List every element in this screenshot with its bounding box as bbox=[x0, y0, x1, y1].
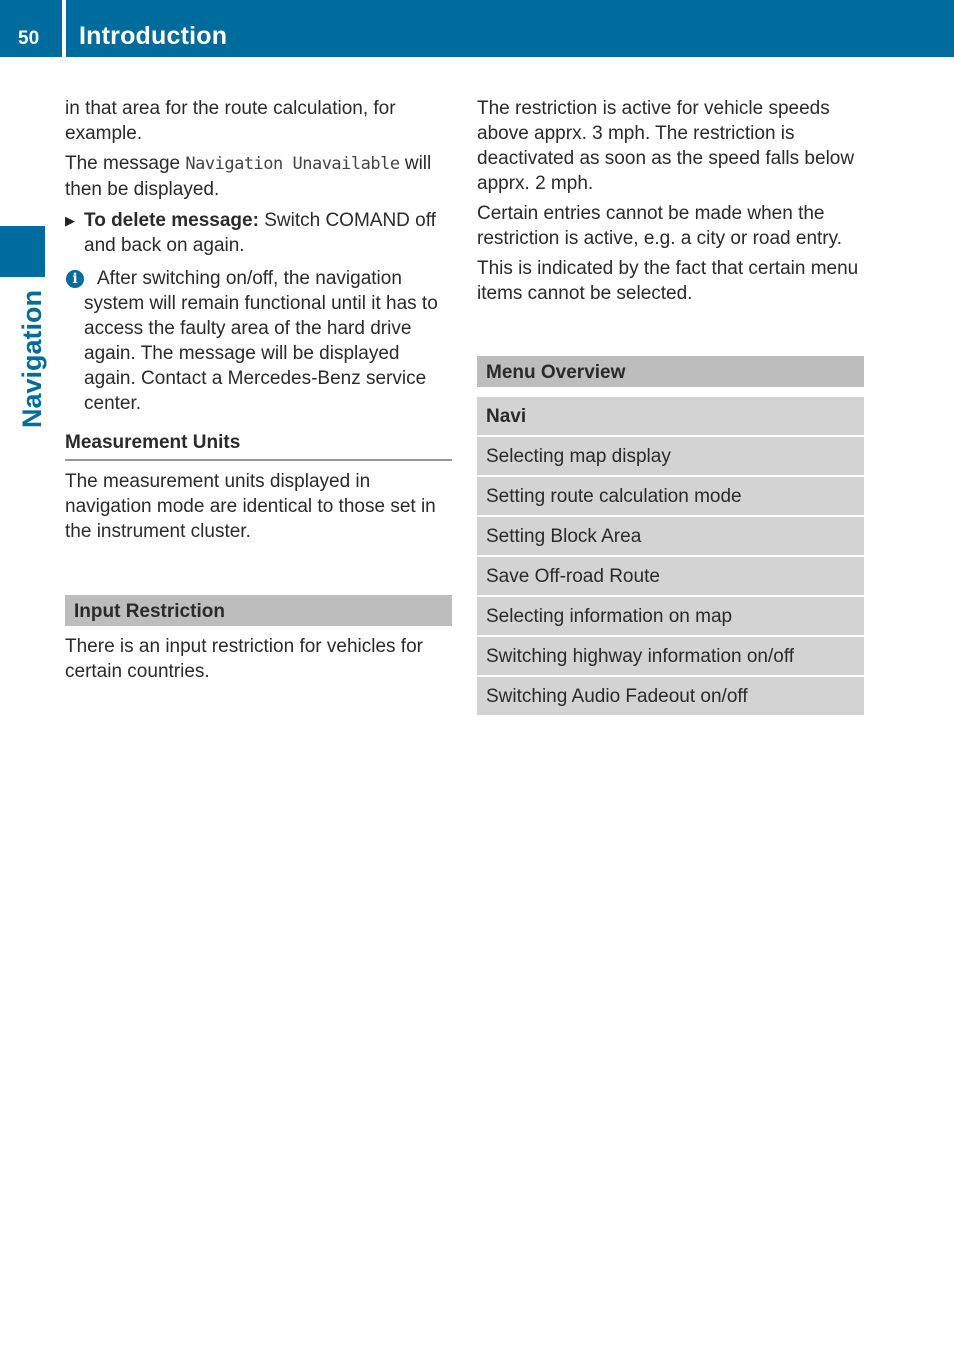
info-note: i After switching on/off, the navigation… bbox=[65, 266, 452, 416]
paragraph: This is indicated by the fact that certa… bbox=[477, 258, 859, 304]
instruction-step: ▶ To delete message: Switch COMAND off a… bbox=[65, 208, 452, 258]
paragraph-message: The message Navigation Unavailable will … bbox=[65, 151, 452, 202]
step-label: To delete message: bbox=[84, 210, 259, 231]
header-divider bbox=[62, 0, 66, 57]
table-row: Save Off-road Route bbox=[477, 557, 864, 597]
info-icon: i bbox=[66, 270, 84, 288]
paragraph: There is an input restriction for vehicl… bbox=[65, 636, 423, 682]
right-column: The restriction is active for vehicle sp… bbox=[477, 96, 864, 715]
menu-overview-table: Navi Selecting map display Setting route… bbox=[477, 397, 864, 715]
section-heading-measurement-units: Measurement Units bbox=[65, 430, 452, 461]
paragraph: in that area for the route calculation, … bbox=[65, 98, 396, 144]
arrow-right-icon: ▶ bbox=[65, 213, 75, 228]
section-tab-label: Navigation bbox=[17, 289, 47, 428]
table-row: Setting Block Area bbox=[477, 517, 864, 557]
table-row: Switching highway information on/off bbox=[477, 637, 864, 677]
table-row: Setting route calculation mode bbox=[477, 477, 864, 517]
section-heading-menu-overview: Menu Overview bbox=[477, 356, 864, 387]
section-heading-input-restriction: Input Restriction bbox=[65, 595, 452, 626]
left-column: in that area for the route calculation, … bbox=[65, 96, 452, 689]
page-number: 50 bbox=[18, 28, 40, 49]
table-header: Navi bbox=[477, 397, 864, 437]
paragraph: Certain entries cannot be made when the … bbox=[477, 203, 843, 249]
table-row: Selecting information on map bbox=[477, 597, 864, 637]
paragraph: The restriction is active for vehicle sp… bbox=[477, 98, 855, 194]
section-tab-marker bbox=[0, 226, 45, 277]
note-text: After switching on/off, the navigation s… bbox=[84, 268, 438, 414]
table-row: Switching Audio Fadeout on/off bbox=[477, 677, 864, 715]
table-row: Selecting map display bbox=[477, 437, 864, 477]
display-message: Navigation Unavailable bbox=[185, 154, 400, 174]
page-header: 50 Introduction bbox=[0, 0, 954, 57]
chapter-title: Introduction bbox=[79, 22, 228, 50]
text: The message bbox=[65, 153, 186, 174]
paragraph: The measurement units displayed in navig… bbox=[65, 471, 436, 542]
